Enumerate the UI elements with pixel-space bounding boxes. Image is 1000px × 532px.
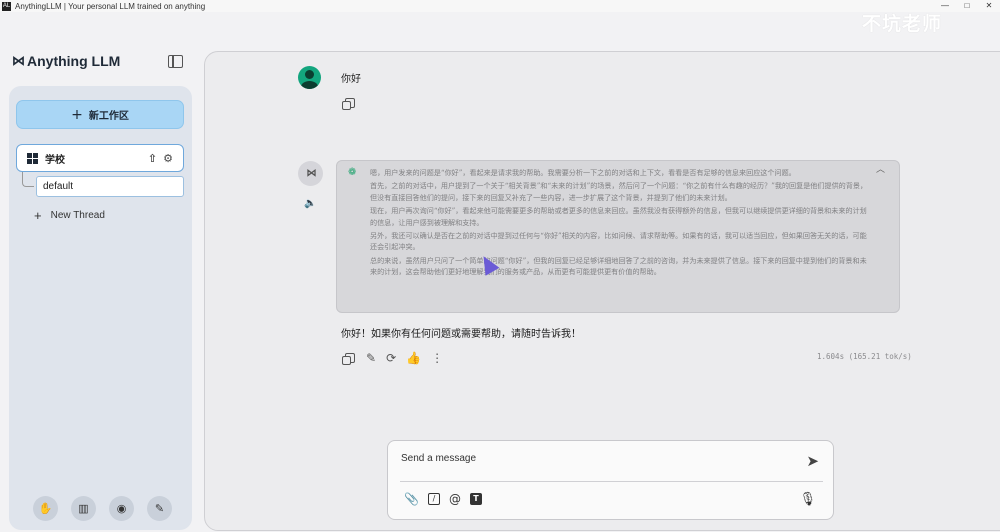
attach-icon[interactable]: 📎	[404, 492, 419, 506]
settings-wrench-icon[interactable]: ✎	[147, 496, 172, 521]
thinking-paragraph: 另外，我还可以确认是否在之前的对话中提到过任何与“你好”相关的内容，比如问候、请…	[370, 231, 867, 252]
maximize-button[interactable]: □	[956, 0, 978, 12]
title-bar: AL AnythingLLM | Your personal LLM train…	[0, 0, 1000, 12]
plus-icon: +	[34, 208, 42, 223]
speaker-icon[interactable]: 🔈	[304, 198, 316, 209]
chat-panel: 你好 ⋈ 🔈 ❁ ︿ 嗯，用户发来的问题是“你好”，看起来是请求我的帮助。我需要…	[204, 51, 1000, 531]
copy-icon[interactable]	[342, 352, 356, 365]
thinking-paragraph: 总的来说，虽然用户只问了一个简单的问题“你好”，但我的回复已经足够详细地回答了之…	[370, 255, 867, 277]
assistant-answer: 你好！如果你有任何问题或需要帮助，请随时告诉我！	[341, 329, 581, 340]
message-input[interactable]: Send a message	[401, 453, 476, 464]
user-avatar	[298, 66, 321, 89]
new-workspace-button[interactable]: + 新工作区	[16, 100, 184, 129]
text-size-icon[interactable]: T	[469, 493, 482, 505]
thinking-icon: ❁	[348, 167, 357, 178]
upload-icon[interactable]: ⇧	[148, 152, 157, 165]
workspace-settings-icon[interactable]: ⚙	[163, 152, 173, 165]
plus-icon: +	[71, 106, 83, 123]
new-workspace-label: 新工作区	[88, 111, 129, 122]
thumbs-up-icon[interactable]: 👍	[406, 351, 421, 365]
sidebar-footer: ✋ ▥ ◉ ✎	[33, 496, 172, 521]
app-icon: AL	[2, 1, 11, 11]
slash-command-icon[interactable]: /	[427, 493, 440, 505]
window-controls: — □ ✕	[934, 0, 1000, 12]
thinking-paragraph: 现在，用户再次询问“你好”，看起来他可能需要更多的帮助或者更多的信息来回应。虽然…	[370, 206, 867, 227]
workspace-name: 学校	[45, 154, 65, 166]
watermark: 不坑老师	[862, 13, 943, 35]
app-logo: ⋈ Anything LLM	[12, 53, 120, 69]
thinking-paragraph: 嗯，用户发来的问题是“你好”，看起来是请求我的帮助。我需要分析一下之前的对话和上…	[370, 168, 796, 177]
close-button[interactable]: ✕	[978, 0, 1000, 12]
more-options-icon[interactable]: ⋮	[431, 351, 443, 365]
docs-icon[interactable]: ▥	[71, 496, 96, 521]
window-title: AnythingLLM | Your personal LLM trained …	[15, 1, 206, 11]
chevron-up-icon[interactable]: ︿	[876, 165, 885, 176]
logo-icon: ⋈	[12, 53, 25, 68]
send-icon[interactable]: ➤	[806, 452, 819, 470]
microphone-icon[interactable]: 🎙	[799, 491, 816, 507]
composer-tools: 📎 / @ T	[404, 492, 482, 506]
community-icon[interactable]: ✋	[33, 496, 58, 521]
thread-connector	[22, 172, 34, 187]
new-thread-label: New Thread	[50, 210, 105, 221]
new-thread-button[interactable]: + New Thread	[34, 208, 105, 223]
workspace-item[interactable]: 学校 ⇧ ⚙	[16, 144, 184, 172]
thinking-paragraph: 首先，之前的对话中，用户提到了一个关于“相关背景”和“未来的计划”的场景，然后问…	[370, 181, 868, 202]
thread-item-default[interactable]: default	[36, 176, 184, 197]
generation-metrics: 1.604s (165.21 tok/s)	[817, 352, 912, 361]
regenerate-icon[interactable]: ⟳	[386, 351, 396, 365]
sidebar-toggle-icon[interactable]	[168, 55, 183, 68]
user-message: 你好	[341, 74, 361, 85]
thinking-panel: ❁ ︿ 嗯，用户发来的问题是“你好”，看起来是请求我的帮助。我需要分析一下之前的…	[336, 160, 900, 313]
edit-icon[interactable]: ✎	[366, 351, 376, 365]
logo-text: Anything LLM	[27, 53, 121, 69]
sidebar: + 新工作区 学校 ⇧ ⚙ default + New Thread ✋ ▥ ◉…	[9, 86, 192, 530]
discord-icon[interactable]: ◉	[109, 496, 134, 521]
mention-icon[interactable]: @	[449, 492, 461, 506]
message-actions: ✎ ⟳ 👍 ⋮	[342, 351, 443, 365]
message-composer[interactable]: Send a message ➤ 📎 / @ T 🎙	[387, 440, 834, 520]
copy-icon[interactable]	[342, 98, 355, 110]
workspace-grid-icon	[27, 152, 38, 164]
divider	[400, 481, 823, 482]
assistant-avatar: ⋈	[298, 161, 323, 186]
